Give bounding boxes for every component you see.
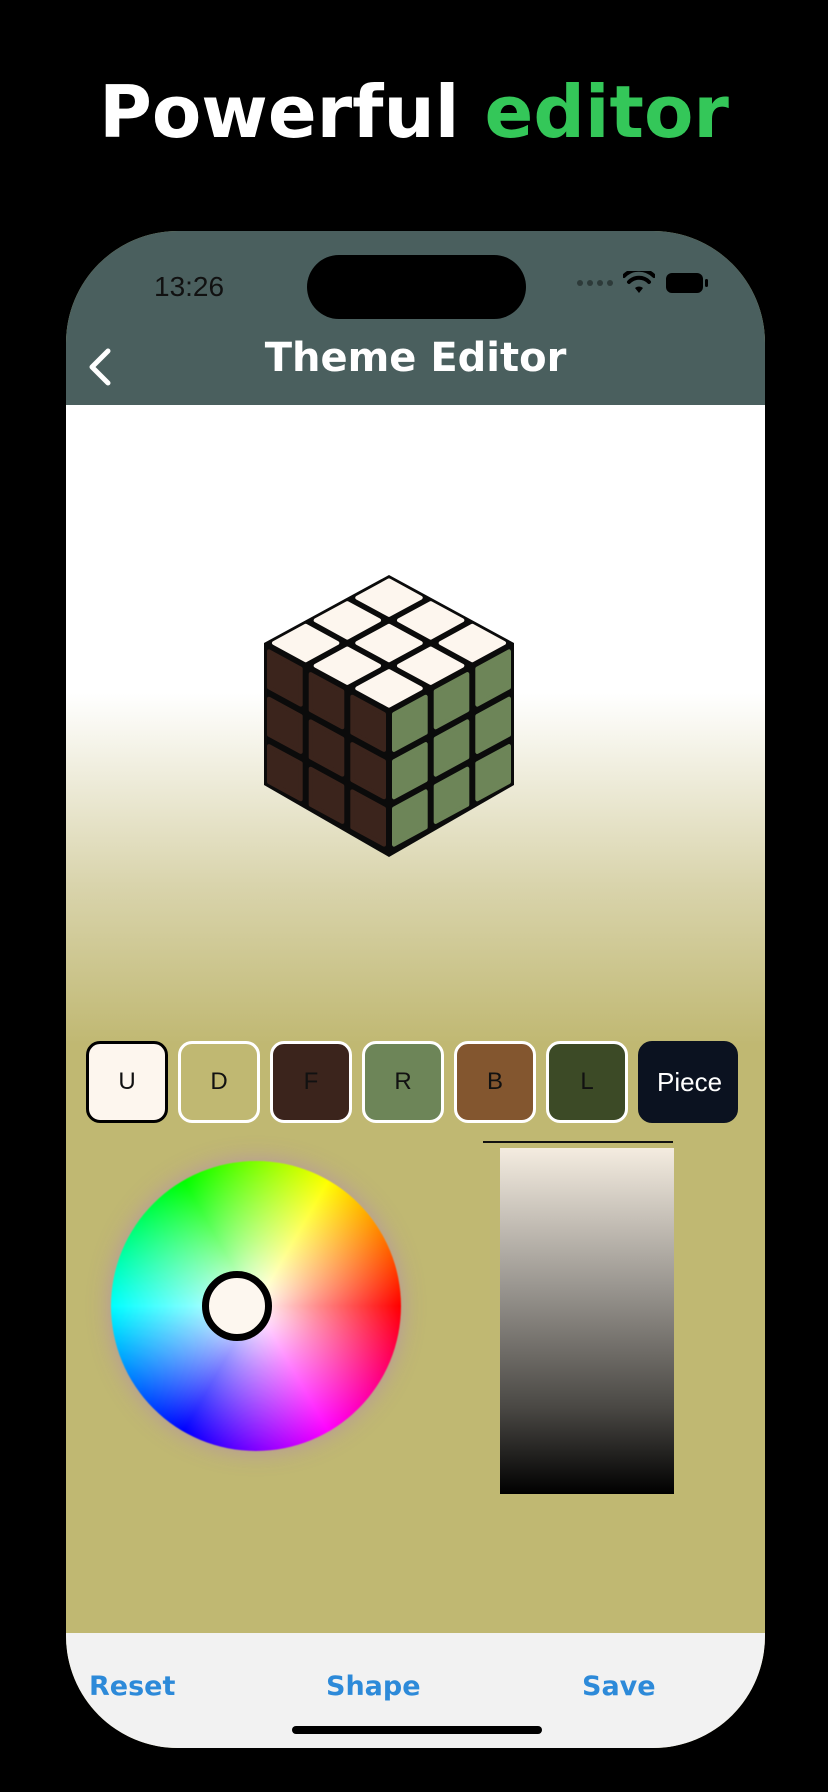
reset-button[interactable]: Reset [89, 1671, 175, 1702]
status-icons [577, 271, 709, 295]
cube-preview[interactable] [66, 405, 765, 1045]
brightness-slider[interactable] [500, 1148, 674, 1494]
page-title: Theme Editor [264, 335, 567, 381]
signal-icon [577, 280, 613, 286]
navigation-bar: 13:26 Theme Editor [66, 231, 765, 405]
swatch-d-label: D [210, 1068, 228, 1095]
swatch-b[interactable]: B [454, 1041, 536, 1123]
swatch-d[interactable]: D [178, 1041, 260, 1123]
battery-icon [666, 273, 708, 293]
wifi-icon [623, 271, 655, 293]
swatch-f-label: F [303, 1068, 319, 1095]
swatch-r[interactable]: R [362, 1041, 444, 1123]
home-indicator [292, 1726, 542, 1734]
headline-text: Powerful [99, 70, 485, 154]
swatch-piece[interactable]: Piece [638, 1041, 738, 1123]
swatch-b-label: B [486, 1068, 503, 1095]
brightness-indicator [483, 1141, 673, 1143]
headline-accent: editor [484, 70, 729, 154]
swatch-u[interactable]: U [86, 1041, 168, 1123]
dynamic-island [307, 255, 526, 319]
face-selector: U D F R B L Piece [86, 1041, 746, 1131]
swatch-l[interactable]: L [546, 1041, 628, 1123]
swatch-u-label: U [118, 1068, 136, 1095]
headline: Powerful editor [0, 70, 828, 154]
shape-button[interactable]: Shape [326, 1671, 421, 1702]
phone-frame: 13:26 Theme Editor U D F R B L Piece Res… [66, 231, 765, 1748]
status-time: 13:26 [154, 271, 225, 302]
swatch-r-label: R [394, 1068, 412, 1095]
cube-model[interactable] [264, 575, 564, 905]
swatch-f[interactable]: F [270, 1041, 352, 1123]
swatch-l-label: L [580, 1068, 594, 1095]
save-button[interactable]: Save [582, 1671, 656, 1702]
color-wheel-handle[interactable] [202, 1271, 272, 1341]
swatch-piece-label: Piece [657, 1066, 723, 1097]
